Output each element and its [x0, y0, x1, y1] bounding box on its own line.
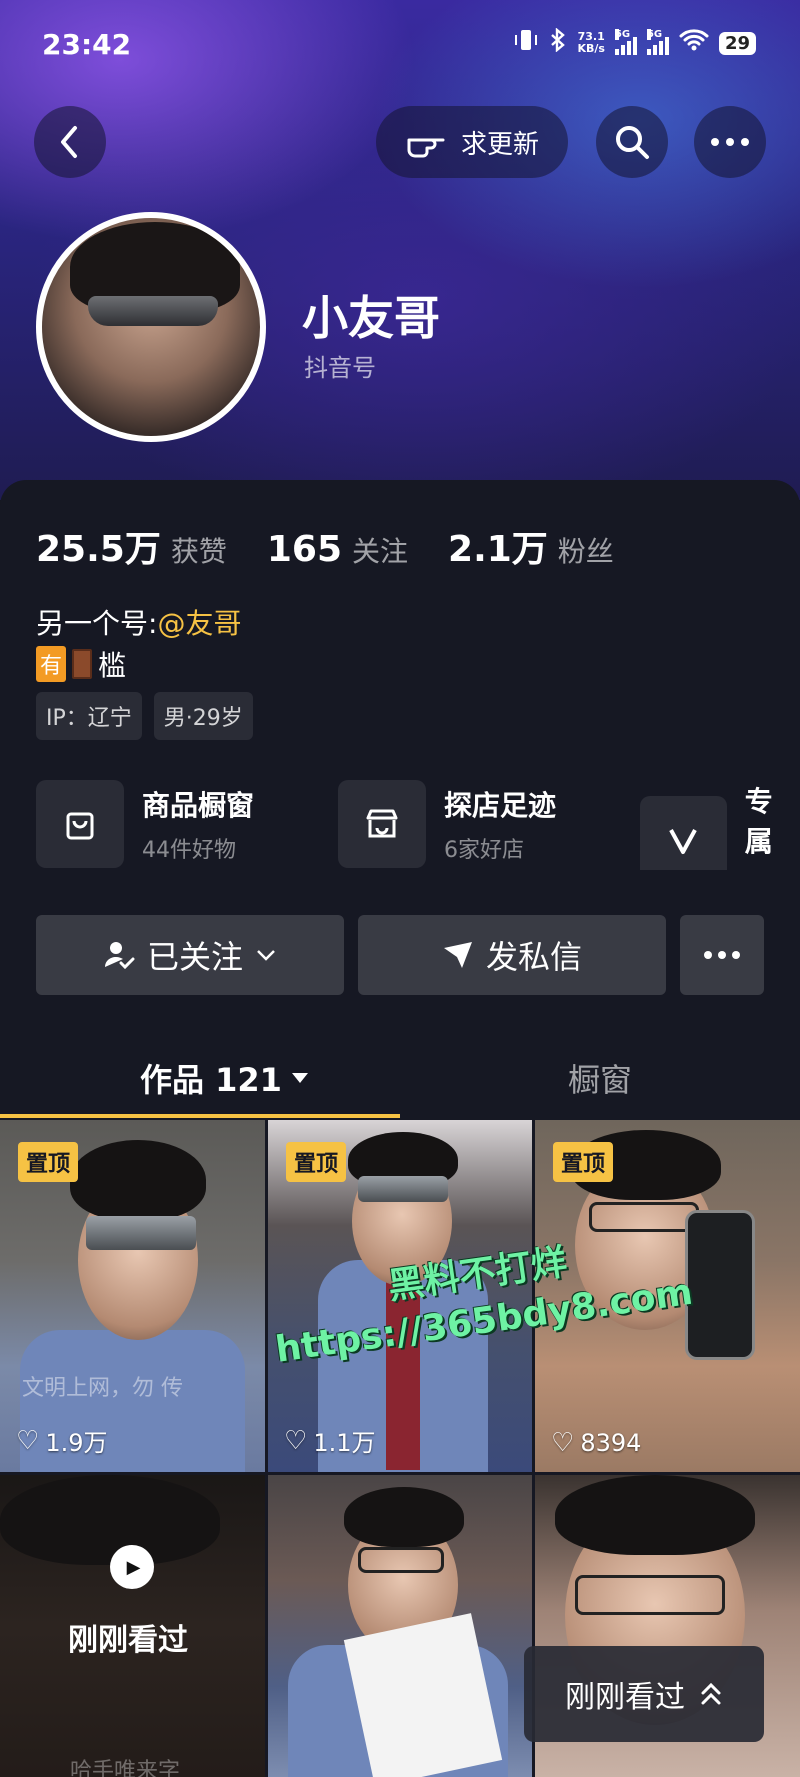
network-speed: 73.1 KB/s — [577, 30, 605, 55]
douyin-id-label[interactable]: 抖音号 — [304, 348, 376, 383]
signal-strength-icon: 5G — [614, 29, 637, 55]
v-icon — [640, 796, 727, 870]
pinned-badge: 置顶 — [286, 1142, 347, 1182]
signal-strength-icon-2: 5G — [646, 29, 669, 55]
back-button[interactable] — [34, 106, 106, 178]
status-bar: 23:42 73.1 KB/s 5G 5G 29 — [0, 0, 800, 90]
bag-icon — [36, 780, 124, 868]
request-update-button[interactable]: 求更新 — [376, 106, 568, 178]
bluetooth-icon — [549, 27, 567, 58]
heart-icon: ♡ — [551, 1428, 575, 1458]
play-icon: ▶ — [110, 1545, 154, 1589]
chevron-left-icon — [61, 126, 77, 158]
video-thumbnail[interactable]: 置顶 文明上网，勿 传 ♡ 1.9万 — [0, 1120, 265, 1472]
profile-chips: IP：辽宁 男·29岁 — [36, 692, 253, 740]
ip-location-chip: IP：辽宁 — [36, 692, 142, 740]
bio-emoji-tag: 有 — [36, 646, 67, 682]
ellipsis-icon — [711, 138, 749, 146]
video-likes: ♡ 1.9万 — [16, 1425, 108, 1458]
stat-likes[interactable]: 25.5万 获赞 — [36, 520, 227, 572]
door-icon — [72, 649, 93, 679]
bio-line-1: 另一个号:@友哥 — [36, 607, 242, 640]
chevron-down-icon — [257, 950, 275, 961]
pinned-badge: 置顶 — [18, 1142, 79, 1182]
pinned-badge: 置顶 — [553, 1142, 614, 1182]
service-exclusive[interactable]: 专属 抢先 — [640, 780, 800, 870]
bio-mention-link[interactable]: @友哥 — [157, 607, 241, 640]
stat-followers[interactable]: 2.1万 粉丝 — [448, 520, 614, 572]
send-icon — [443, 942, 472, 968]
pointing-hand-icon — [407, 138, 445, 158]
video-overlay-text: 文明上网，勿 传 — [22, 1376, 183, 1401]
send-message-button[interactable]: 发私信 — [358, 915, 666, 995]
search-button[interactable] — [596, 106, 668, 178]
profile-stats: 25.5万 获赞 165 关注 2.1万 粉丝 — [36, 520, 614, 572]
service-store-visits[interactable]: 探店足迹 6家好店 — [338, 780, 556, 868]
video-overlay-text: 哈手唯来字 — [70, 1759, 181, 1777]
active-tab-indicator — [0, 1114, 400, 1118]
service-product-window[interactable]: 商品橱窗 44件好物 — [36, 780, 254, 868]
action-more-button[interactable] — [680, 915, 764, 995]
request-update-label: 求更新 — [460, 129, 539, 160]
recently-watched-button[interactable]: 刚刚看过 — [524, 1646, 764, 1742]
video-thumbnail[interactable] — [268, 1475, 532, 1777]
recently-watched-label: 刚刚看过 — [68, 1623, 188, 1658]
battery-indicator: 29 — [718, 31, 756, 55]
profile-name: 小友哥 — [302, 291, 440, 345]
store-icon — [338, 780, 426, 868]
status-icons: 73.1 KB/s 5G 5G 29 — [513, 27, 756, 58]
video-likes: ♡ 8394 — [551, 1428, 642, 1458]
gender-age-chip: 男·29岁 — [153, 692, 253, 740]
double-chevron-up-icon — [701, 1682, 721, 1705]
video-likes: ♡ 1.1万 — [284, 1425, 376, 1458]
tab-works[interactable]: 作品 121 — [140, 1055, 310, 1101]
search-icon — [616, 126, 649, 159]
wifi-icon — [679, 28, 709, 58]
video-thumbnail[interactable]: ▶ 刚刚看过 哈手唯来字 — [0, 1475, 265, 1777]
stat-following[interactable]: 165 关注 — [267, 529, 408, 570]
status-time: 23:42 — [42, 28, 132, 61]
avatar[interactable] — [36, 212, 266, 442]
bio-line-2: 有 槛 — [36, 644, 126, 684]
ellipsis-icon — [704, 951, 740, 959]
followed-button[interactable]: 已关注 — [36, 915, 344, 995]
vibrate-icon — [513, 28, 539, 58]
caret-down-icon — [291, 1073, 308, 1083]
heart-icon: ♡ — [284, 1425, 308, 1456]
tab-window[interactable]: 橱窗 — [568, 1055, 632, 1101]
services-row: 商品橱窗 44件好物 探店足迹 6家好店 专属 抢先 — [36, 780, 800, 870]
user-check-icon — [104, 942, 135, 970]
more-options-button[interactable] — [694, 106, 766, 178]
heart-icon: ♡ — [16, 1425, 40, 1456]
